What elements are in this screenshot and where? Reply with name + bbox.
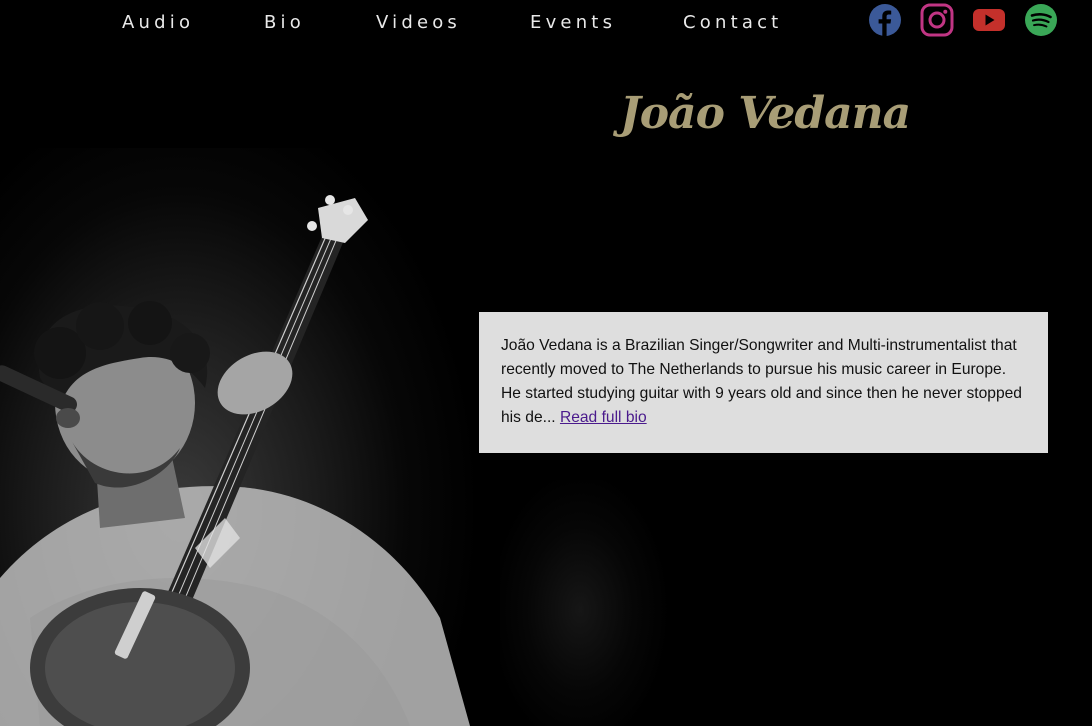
youtube-icon [973,9,1005,31]
facebook-link[interactable] [868,3,902,37]
bio-excerpt: João Vedana is a Brazilian Singer/Songwr… [501,334,1026,430]
nav-link-contact[interactable]: Contact [683,12,782,33]
page: Audio Bio Videos Events Contact João Ved… [0,0,1092,726]
nav-link-bio[interactable]: Bio [264,12,305,33]
main-nav: Audio Bio Videos Events Contact [0,0,1092,46]
instagram-icon [920,3,954,37]
instagram-link[interactable] [920,3,954,37]
spotify-link[interactable] [1024,3,1058,37]
hero-photo [0,148,480,726]
stage-background [500,480,700,726]
bio-card: João Vedana is a Brazilian Singer/Songwr… [479,312,1048,453]
youtube-link[interactable] [972,3,1006,37]
spotify-icon [1025,4,1057,36]
nav-link-videos[interactable]: Videos [376,12,461,33]
read-full-bio-link[interactable]: Read full bio [560,409,647,426]
facebook-icon [869,4,901,36]
performer-illustration [0,195,470,726]
nav-link-audio[interactable]: Audio [122,12,194,33]
nav-link-events[interactable]: Events [530,12,616,33]
artist-title: João Vedana [619,88,911,139]
